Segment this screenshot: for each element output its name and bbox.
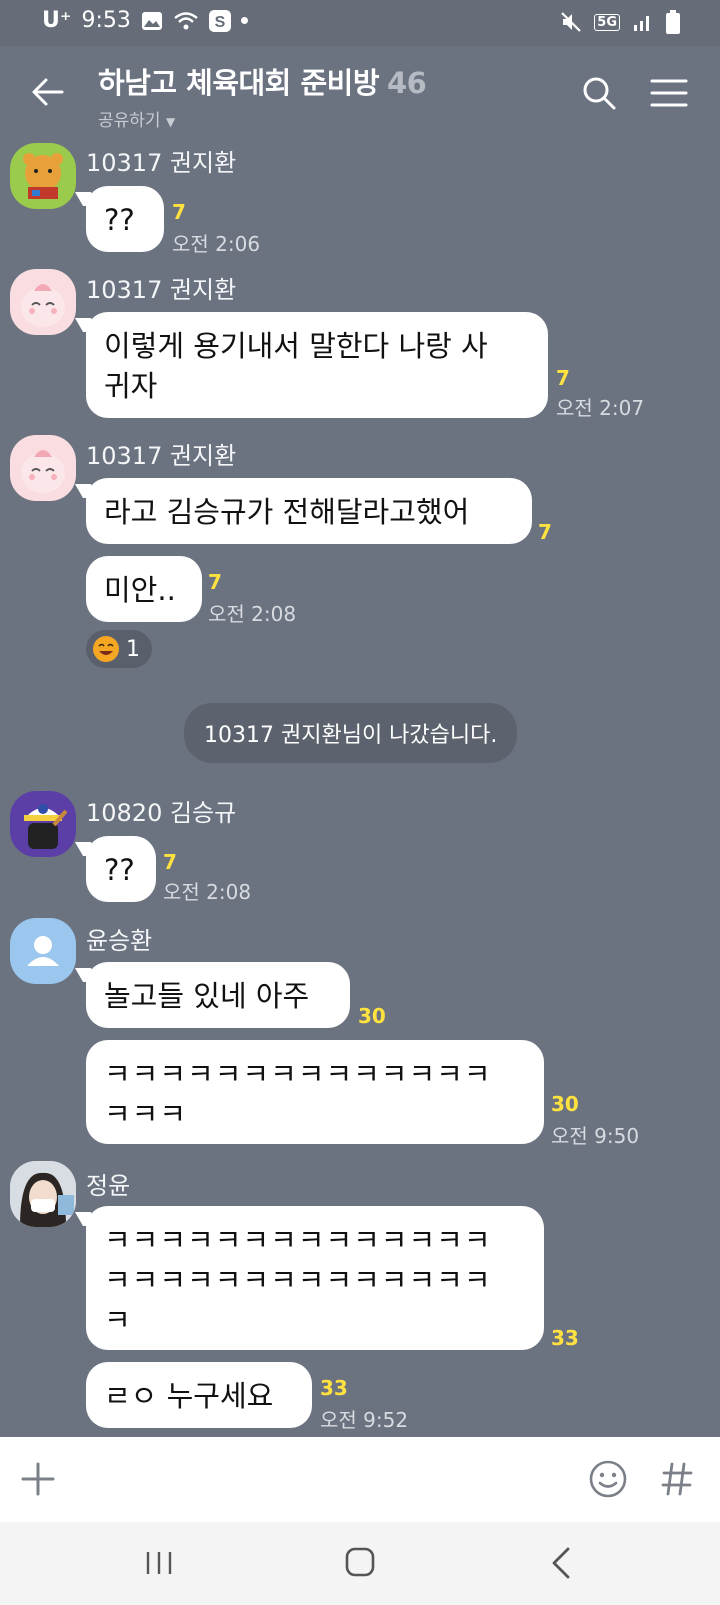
status-right: 5G xyxy=(560,10,680,34)
avatar-photo[interactable] xyxy=(10,1161,76,1227)
message-bubble[interactable]: ?? xyxy=(86,836,156,902)
message-text-line1: ㅋㅋㅋㅋㅋㅋㅋㅋㅋㅋㅋㅋㅋㅋ xyxy=(104,1057,492,1091)
status-left: U⁺ 9:53 S xyxy=(42,8,248,33)
status-bar: U⁺ 9:53 S 5G xyxy=(0,0,720,46)
wifi-icon xyxy=(174,11,198,29)
message-text: ?? xyxy=(104,203,135,237)
system-nav-bar xyxy=(0,1522,720,1605)
unread-count: 33 xyxy=(320,1376,348,1400)
message-text: 미안.. xyxy=(104,573,176,607)
message-bubble[interactable]: 라고 김승규가 전해달라고했어 xyxy=(86,478,532,544)
chat-title[interactable]: 하남고 체육대회 준비방 46 xyxy=(98,60,427,102)
message-text: 라고 김승규가 전해달라고했어 xyxy=(104,495,470,529)
unread-count: 7 xyxy=(163,850,177,874)
unread-count: 30 xyxy=(551,1092,579,1116)
message-bubble[interactable]: ㄹㅇ 누구세요 xyxy=(86,1362,312,1428)
message-bubble[interactable]: 미안.. xyxy=(86,556,202,622)
s-app-icon: S xyxy=(208,9,231,32)
chat-title-text: 하남고 체육대회 준비방 xyxy=(98,66,380,100)
nav-back-icon[interactable] xyxy=(548,1546,576,1580)
unread-count: 30 xyxy=(358,1004,386,1028)
message-time: 오전 2:06 xyxy=(172,232,261,256)
unread-count: 7 xyxy=(172,200,186,224)
svg-text:S: S xyxy=(215,14,226,31)
title-block: 하남고 체육대회 준비방 46 공유하기 ▼ xyxy=(98,60,427,131)
avatar-character[interactable] xyxy=(10,791,76,857)
message-bubble[interactable]: 놀고들 있네 아주 xyxy=(86,962,350,1028)
notification-dot-icon xyxy=(240,17,248,24)
system-message: 10317 권지환님이 나갔습니다. xyxy=(184,703,518,763)
message-bubble[interactable]: ?? xyxy=(86,186,164,252)
sender-name: 10317 권지환 xyxy=(86,442,237,470)
message-text: ㄹㅇ 누구세요 xyxy=(104,1379,274,1413)
message-time: 오전 2:08 xyxy=(208,602,297,626)
menu-icon[interactable] xyxy=(650,76,688,110)
share-dropdown[interactable]: 공유하기 ▼ xyxy=(98,106,426,131)
avatar-apeach[interactable] xyxy=(10,435,76,501)
message-bubble[interactable]: ㅋㅋㅋㅋㅋㅋㅋㅋㅋㅋㅋㅋㅋㅋ ㅋㅋㅋ xyxy=(86,1040,544,1144)
message-time: 오전 2:08 xyxy=(163,880,252,904)
carrier-label: U⁺ xyxy=(42,8,72,33)
sender-name: 10317 권지환 xyxy=(86,276,237,304)
message-text-line3: ㅋ xyxy=(104,1303,132,1337)
gallery-icon xyxy=(141,11,162,30)
share-label: 공유하기 xyxy=(98,111,161,131)
unread-count: 7 xyxy=(538,520,552,544)
message-bubble[interactable]: ㅋㅋㅋㅋㅋㅋㅋㅋㅋㅋㅋㅋㅋㅋ ㅋㅋㅋㅋㅋㅋㅋㅋㅋㅋㅋㅋㅋㅋ ㅋ xyxy=(86,1206,544,1350)
chat-header: 하남고 체육대회 준비방 46 공유하기 ▼ xyxy=(0,46,720,132)
message-text-line1: 이렇게 용기내서 말한다 나랑 사 xyxy=(104,329,488,363)
signal-icon xyxy=(634,16,649,31)
capped-character-icon xyxy=(24,804,68,849)
message-input[interactable] xyxy=(76,1451,556,1507)
reaction-count: 1 xyxy=(126,636,140,662)
member-count: 46 xyxy=(387,66,427,100)
message-text-line1: ㅋㅋㅋㅋㅋㅋㅋㅋㅋㅋㅋㅋㅋㅋ xyxy=(104,1223,492,1257)
caret-down-icon: ▼ xyxy=(165,115,176,129)
home-icon[interactable] xyxy=(344,1546,376,1578)
avatar-ryan[interactable] xyxy=(10,143,76,209)
status-time: 9:53 xyxy=(81,8,131,33)
sender-name: 정윤 xyxy=(86,1172,131,1200)
message-text: 놀고들 있네 아주 xyxy=(104,979,310,1013)
profile-photo-icon xyxy=(10,1161,76,1227)
recent-apps-icon[interactable] xyxy=(144,1548,174,1578)
message-bubble[interactable]: 이렇게 용기내서 말한다 나랑 사 귀자 xyxy=(86,312,548,418)
message-text: ?? xyxy=(104,853,135,887)
plus-icon[interactable] xyxy=(20,1461,56,1497)
default-profile-icon xyxy=(27,936,59,966)
laughing-emoji-icon xyxy=(93,636,119,662)
apeach-character-icon xyxy=(21,284,65,327)
message-text-line2: ㅋㅋㅋ xyxy=(104,1097,188,1131)
message-time: 오전 2:07 xyxy=(556,396,645,420)
ryan-character-icon xyxy=(23,153,63,199)
message-time: 오전 9:52 xyxy=(320,1408,409,1432)
sender-name: 윤승환 xyxy=(86,927,153,955)
back-arrow-icon[interactable] xyxy=(30,74,66,110)
unread-count: 7 xyxy=(208,570,222,594)
sender-name: 10820 김승규 xyxy=(86,799,237,827)
search-icon[interactable] xyxy=(582,76,616,110)
mute-icon xyxy=(561,12,582,32)
sender-name: 10317 권지환 xyxy=(86,149,237,177)
avatar-default[interactable] xyxy=(10,918,76,984)
network-label: 5G xyxy=(594,13,620,31)
hashtag-icon[interactable] xyxy=(660,1461,694,1497)
unread-count: 33 xyxy=(551,1326,579,1350)
message-text-line2: ㅋㅋㅋㅋㅋㅋㅋㅋㅋㅋㅋㅋㅋㅋ xyxy=(104,1263,492,1297)
message-time: 오전 9:50 xyxy=(551,1124,640,1148)
unread-count: 7 xyxy=(556,366,570,390)
system-message-text: 10317 권지환님이 나갔습니다. xyxy=(204,723,498,748)
battery-icon xyxy=(666,10,680,34)
message-input-bar xyxy=(0,1437,720,1522)
avatar-apeach[interactable] xyxy=(10,269,76,335)
emoji-icon[interactable] xyxy=(588,1459,628,1499)
message-text-line2: 귀자 xyxy=(104,369,158,403)
reaction-chip[interactable]: 1 xyxy=(86,630,152,668)
apeach-character-icon xyxy=(21,450,65,493)
